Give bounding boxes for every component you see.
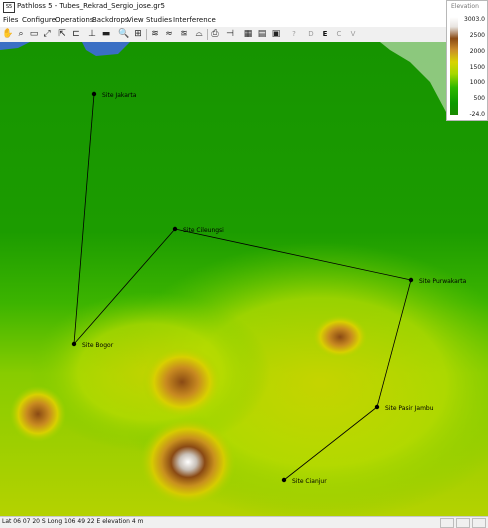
site-marker-pasirjambu[interactable]	[374, 404, 380, 410]
tool-v[interactable]: V	[347, 28, 359, 40]
menu-interference[interactable]: Interference	[173, 16, 216, 24]
print-icon[interactable]: ⎙	[209, 28, 221, 40]
settings-icon[interactable]: ▣	[270, 28, 282, 40]
hand-icon[interactable]: ✋	[2, 28, 14, 40]
menu-backdrops[interactable]: Backdrops	[92, 16, 129, 24]
menu-operations[interactable]: Operations	[55, 16, 93, 24]
fit-icon[interactable]: ⇱	[56, 28, 68, 40]
title-bar: S5 Pathloss 5 - Tubes_Rekrad_Sergio_jose…	[0, 0, 488, 15]
legend-title: Elevation	[451, 3, 479, 10]
toolbar-separator	[146, 29, 147, 40]
menu-studies[interactable]: Studies	[146, 16, 172, 24]
legend-tick: -24.0	[469, 111, 485, 118]
status-bar: Lat 06 07 20 S Long 106 49 22 E elevatio…	[0, 516, 488, 528]
site-marker-purwakarta[interactable]	[408, 277, 414, 283]
mountain-east	[312, 315, 368, 359]
search-icon[interactable]: 🔍	[118, 28, 130, 40]
toolbar: ✋ ⌕ ▭ ⤢ ⇱ ⊏ ⊥ ▬ 🔍 ⊞ ≋ ≈ ≊ ⌓ ⎙ ⊣ ▦ ▤ ▣ ? …	[0, 27, 488, 43]
site-marker-cileungsi[interactable]	[172, 226, 178, 232]
site-marker-jakarta[interactable]	[91, 91, 97, 97]
link-icon[interactable]: ≋	[149, 28, 161, 40]
cursor-position-readout: Lat 06 07 20 S Long 106 49 22 E elevatio…	[2, 518, 144, 525]
window-title: Pathloss 5 - Tubes_Rekrad_Sergio_jose.gr…	[17, 2, 165, 10]
mountain-peak	[140, 418, 236, 506]
grid-icon[interactable]: ⊞	[132, 28, 144, 40]
select-rect-icon[interactable]: ▭	[28, 28, 40, 40]
export-icon[interactable]: ⌓	[193, 28, 205, 40]
report-icon[interactable]: ▤	[256, 28, 268, 40]
site-marker-bogor[interactable]	[71, 341, 77, 347]
legend-tick: 1000	[469, 79, 485, 86]
legend-tick: 500	[473, 95, 485, 102]
site-label-cileungsi: Site Cileungsi	[183, 227, 224, 234]
profile-icon[interactable]: ⊥	[86, 28, 98, 40]
site-marker-cianjur[interactable]	[281, 477, 287, 483]
zoom-icon[interactable]: ⌕	[15, 28, 27, 40]
menu-configure[interactable]: Configure	[22, 16, 56, 24]
terrain-icon[interactable]: ≈	[163, 28, 175, 40]
mountain-north	[142, 346, 222, 418]
site-label-cianjur: Site Cianjur	[292, 478, 327, 485]
app-icon: S5	[3, 2, 15, 13]
site-label-jakarta: Site Jakarta	[102, 92, 137, 99]
menu-files[interactable]: Files	[3, 16, 18, 24]
table-icon[interactable]: ▦	[242, 28, 254, 40]
antenna-icon[interactable]: ⊣	[224, 28, 236, 40]
site-label-purwakarta: Site Purwakarta	[419, 278, 467, 285]
toolbar-separator	[207, 29, 208, 40]
help-icon[interactable]: ?	[288, 28, 300, 40]
legend-tick: 3003.0	[464, 16, 485, 23]
site-label-bogor: Site Bogor	[82, 342, 114, 349]
layers-icon[interactable]: ≊	[178, 28, 190, 40]
site-label-pasirjambu: Site Pasir Jambu	[385, 405, 434, 412]
tool-d[interactable]: D	[305, 28, 317, 40]
ruler-icon[interactable]: ▬	[100, 28, 112, 40]
measure-icon[interactable]: ⊏	[70, 28, 82, 40]
tool-c[interactable]: C	[333, 28, 345, 40]
menu-view[interactable]: View	[127, 16, 144, 24]
legend-tick: 2000	[469, 48, 485, 55]
tool-e[interactable]: E	[319, 28, 331, 40]
legend-tick: 1500	[469, 64, 485, 71]
terrain-map[interactable]: Site Jakarta Site Cileungsi Site Purwaka…	[0, 42, 488, 516]
menu-bar: Files Configure Operations Backdrops Vie…	[0, 14, 488, 27]
elevation-legend: Elevation 3003.0 2500 2000 1500 1000 500…	[446, 0, 488, 121]
pan-icon[interactable]: ⤢	[41, 28, 53, 40]
legend-tick: 2500	[469, 32, 485, 39]
mountain-west	[10, 386, 66, 442]
